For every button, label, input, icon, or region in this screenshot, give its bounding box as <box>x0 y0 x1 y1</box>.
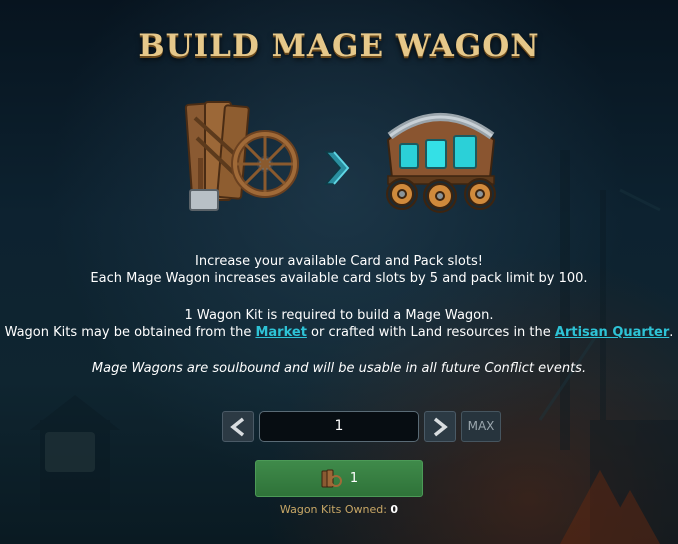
page-title: BUILD MAGE WAGON <box>138 28 540 64</box>
owned-value: 0 <box>390 503 399 516</box>
artisan-quarter-link[interactable]: Artisan Quarter <box>555 325 669 340</box>
max-button[interactable]: MAX <box>461 411 501 442</box>
description-line-2: Each Mage Wagon increases available card… <box>90 271 588 286</box>
obtain-suffix: . <box>669 325 674 340</box>
obtain-prefix: Wagon Kits may be obtained from the <box>4 325 256 340</box>
description-intro: Increase your available Card and Pack sl… <box>0 253 678 287</box>
wagon-kit-icon <box>184 101 299 211</box>
description-line-1: Increase your available Card and Pack sl… <box>195 254 483 269</box>
market-link[interactable]: Market <box>255 325 306 340</box>
increase-button[interactable] <box>424 411 456 442</box>
description-requirements: 1 Wagon Kit is required to build a Mage … <box>0 307 678 341</box>
wagon-kits-owned: Wagon Kits Owned: 0 <box>0 503 678 516</box>
build-button[interactable]: 1 <box>255 460 423 497</box>
owned-label: Wagon Kits Owned: <box>279 503 391 516</box>
kit-required-text: 1 Wagon Kit is required to build a Mage … <box>184 308 494 323</box>
chevron-right-icon <box>324 151 350 185</box>
wagon-kit-icon <box>321 469 342 487</box>
decrease-button[interactable] <box>222 411 254 442</box>
build-cost: 1 <box>349 471 359 486</box>
chevron-left-icon <box>230 417 245 436</box>
chevron-right-icon <box>433 417 448 436</box>
obtain-middle: or crafted with Land resources in the <box>306 325 555 340</box>
soulbound-note: Mage Wagons are soulbound and will be us… <box>91 361 587 376</box>
quantity-input[interactable]: 1 <box>259 411 419 442</box>
mage-wagon-icon <box>386 113 496 213</box>
obtain-text: Wagon Kits may be obtained from the Mark… <box>0 324 678 341</box>
